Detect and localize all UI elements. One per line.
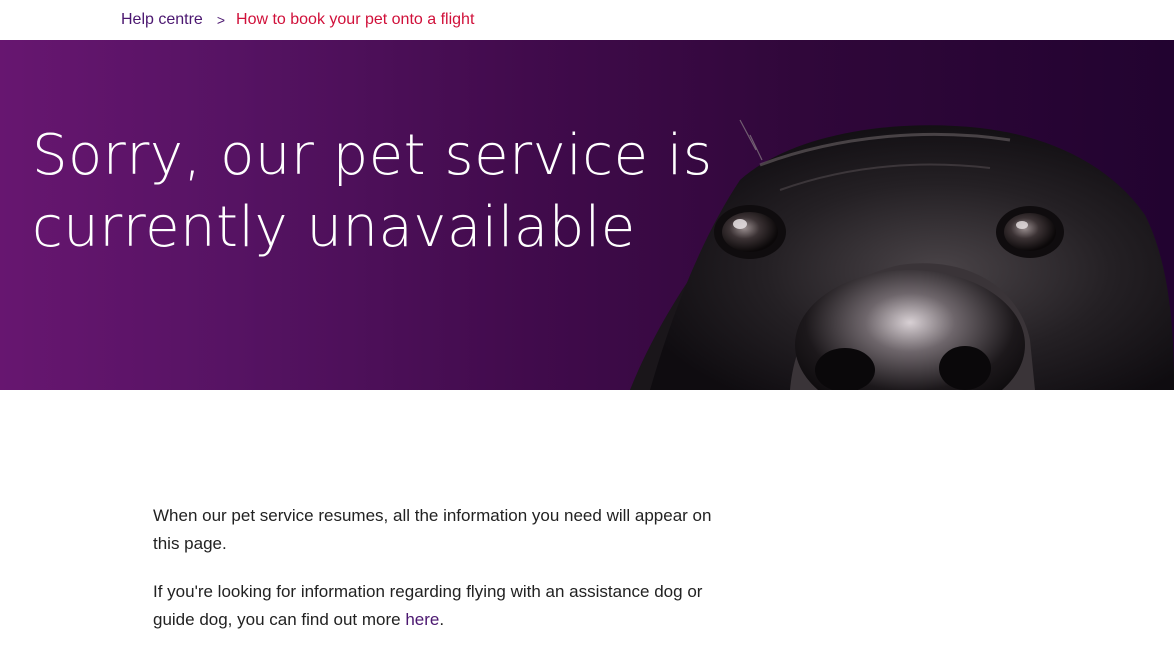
hero-banner: Sorry, our pet service is currently unav… — [0, 40, 1174, 390]
breadcrumb-current-page[interactable]: How to book your pet onto a flight — [236, 11, 474, 29]
assistance-dog-period: . — [439, 610, 445, 629]
breadcrumb-separator: > — [216, 12, 226, 28]
dog-image — [630, 119, 1174, 390]
service-resume-paragraph: When our pet service resumes, all the in… — [153, 506, 712, 553]
hero-title-line-2: currently unavailable — [32, 195, 636, 260]
assistance-dog-paragraph: If you're looking for information regard… — [153, 578, 713, 634]
assistance-dog-here-link[interactable]: here — [405, 610, 439, 629]
main-content: When our pet service resumes, all the in… — [153, 502, 713, 654]
breadcrumb: Help centre > How to book your pet onto … — [121, 0, 474, 40]
breadcrumb-help-centre-link[interactable]: Help centre — [121, 11, 203, 29]
